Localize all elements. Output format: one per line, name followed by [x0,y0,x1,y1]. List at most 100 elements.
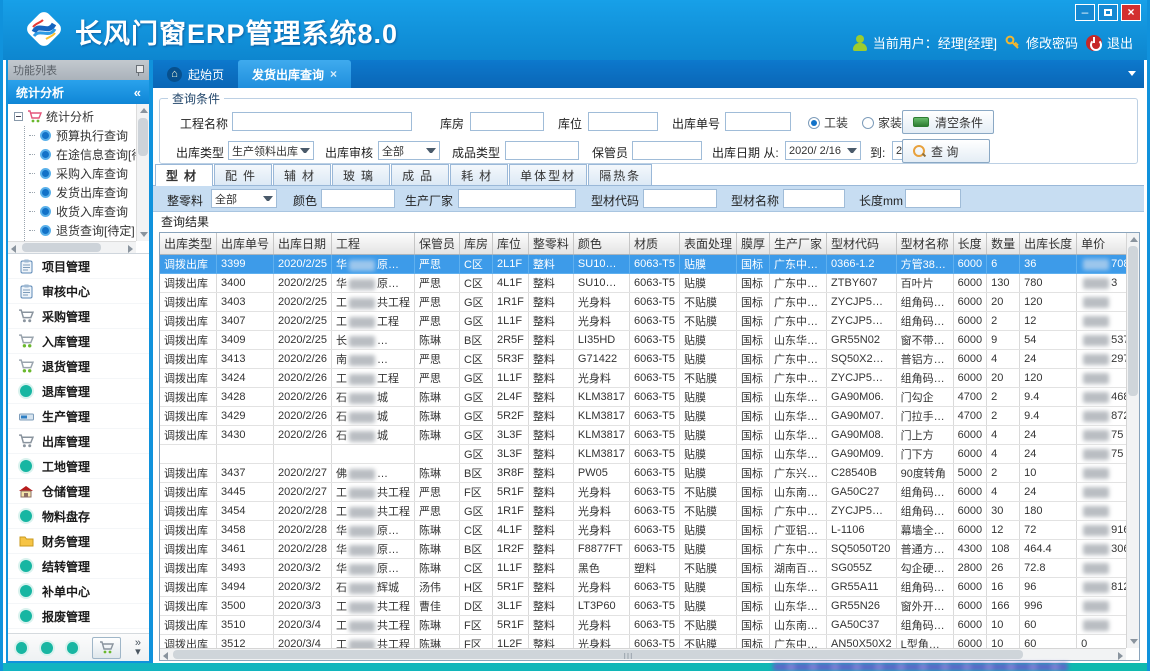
column-header[interactable]: 整零料 [528,233,573,255]
more-button[interactable]: »▾ [135,639,141,657]
table-row[interactable]: 调拨出库34092020/2/25长…陈琳B区2R5F整料LI35HD6063-… [160,331,1126,350]
sidebar-module[interactable]: 生产管理 [8,404,149,429]
table-row[interactable]: 调拨出库34582020/2/28华原…陈琳C区4L1F整料光身料6063-T5… [160,521,1126,540]
whole-part-select[interactable]: 全部 [211,189,277,208]
cart-toolbar-button[interactable] [92,637,121,659]
tree-item[interactable]: 发货出库查询 [25,183,149,202]
column-header[interactable]: 数量 [987,233,1020,255]
pin-icon[interactable] [134,64,144,76]
table-row[interactable]: 调拨出库34002020/2/25华原…严思C区4L1F整料SU10…6063-… [160,274,1126,293]
table-row[interactable]: 调拨出库35122020/3/4工共工程陈琳F区1L2F整料光身料6063-T5… [160,635,1126,649]
table-row[interactable]: 调拨出库34932020/3/2华原…陈琳C区1L1F整料黑色塑料不贴膜国标湖南… [160,559,1126,578]
sidebar-module[interactable]: 结转管理 [8,554,149,579]
radio-gongzhuang[interactable]: 工装 [808,114,848,131]
profile-name-input[interactable] [783,189,845,208]
table-row[interactable]: 调拨出库34282020/2/26石城陈琳G区2L4F整料KLM38176063… [160,388,1126,407]
color-input[interactable] [321,189,395,208]
column-header[interactable]: 长度 [953,233,986,255]
stats-section-header[interactable]: 统计分析 « [8,80,149,104]
date-from-select[interactable]: 2020/ 2/16 [785,141,861,160]
material-tab[interactable]: 辅材 [273,164,331,185]
material-tab[interactable]: 配件 [214,164,272,185]
column-header[interactable]: 材质 [630,233,680,255]
table-horizontal-scrollbar[interactable]: III [160,648,1126,660]
warehouse-input[interactable] [470,112,544,131]
search-button[interactable]: 查 询 [902,139,990,163]
column-header[interactable]: 出库日期 [274,233,332,255]
profile-code-input[interactable] [643,189,717,208]
tree-item[interactable]: 预算执行查询 [25,126,149,145]
sidebar-module[interactable]: 采购管理 [8,304,149,329]
column-header[interactable]: 颜色 [573,233,629,255]
material-tab[interactable]: 耗材 [450,164,508,185]
table-row[interactable]: 调拨出库35102020/3/4工共工程陈琳F区5R1F整料光身料6063-T5… [160,616,1126,635]
tree-item[interactable]: 在途信息查询[待 [25,145,149,164]
sidebar-module[interactable]: 审核中心 [8,279,149,304]
table-row[interactable]: 调拨出库34542020/2/28工共工程严思G区1R1F整料光身料6063-T… [160,502,1126,521]
out-type-select[interactable]: 生产领料出库 [228,141,314,160]
tab-shipment-outbound-query[interactable]: 发货出库查询 × [238,60,351,88]
minimize-button[interactable]: – [1075,4,1095,21]
column-header[interactable]: 出库类型 [160,233,217,255]
table-row[interactable]: G区3L3F整料KLM38176063-T5贴膜国标山东华…GA90M09.门下… [160,445,1126,464]
column-header[interactable]: 表面处理 [680,233,737,255]
column-header[interactable]: 型材名称 [896,233,953,255]
column-header[interactable]: 出库单号 [217,233,274,255]
clear-conditions-button[interactable]: 清空条件 [902,110,994,134]
table-vertical-scrollbar[interactable] [1126,233,1139,648]
keeper-input[interactable] [632,141,702,160]
sidebar-module[interactable]: 退货管理 [8,354,149,379]
sidebar-module[interactable]: 报废管理 [8,604,149,629]
table-row[interactable]: 调拨出库33992020/2/25华原…严思C区2L1F整料SU10…6063-… [160,255,1126,274]
table-row[interactable]: 调拨出库34132020/2/26南…严思C区5R3F整料G714226063-… [160,350,1126,369]
column-header[interactable]: 出库长度 [1020,233,1077,255]
order-no-input[interactable] [725,112,791,131]
sidebar-module[interactable]: 工地管理 [8,454,149,479]
material-tab[interactable]: 成品 [391,164,449,185]
maker-input[interactable] [458,189,576,208]
sidebar-module[interactable]: 项目管理 [8,254,149,279]
column-header[interactable]: 型材代码 [827,233,897,255]
tree-vertical-scrollbar[interactable] [136,104,149,241]
tab-list-dropdown-icon[interactable] [1128,71,1136,76]
change-password-button[interactable]: 修改密码 [1005,33,1078,52]
tree-item[interactable]: 收货入库查询 [25,202,149,221]
sidebar-module[interactable]: 出库管理 [8,429,149,454]
table-row[interactable]: 调拨出库34242020/2/26工工程严思G区1L1F整料光身料6063-T5… [160,369,1126,388]
green-dot-icon[interactable] [41,642,52,654]
material-tab[interactable]: 玻璃 [332,164,390,185]
table-row[interactable]: 调拨出库34372020/2/27佛…陈琳B区3R8F整料PW056063-T5… [160,464,1126,483]
sidebar-module[interactable]: 补单中心 [8,579,149,604]
tree-item[interactable]: 采购入库查询 [25,164,149,183]
table-row[interactable]: 调拨出库34302020/2/26石城陈琳G区3L3F整料KLM38176063… [160,426,1126,445]
column-header[interactable]: 库房 [459,233,492,255]
tab-close-icon[interactable]: × [330,67,337,81]
logout-button[interactable]: 退出 [1086,33,1133,52]
material-tab[interactable]: 单体型材 [509,164,587,185]
project-name-input[interactable] [232,112,412,131]
table-row[interactable]: 调拨出库34292020/2/26石城陈琳G区5R2F整料KLM38176063… [160,407,1126,426]
audit-select[interactable]: 全部 [378,141,440,160]
sidebar-module[interactable]: 入库管理 [8,329,149,354]
tree-expander-icon[interactable] [14,112,23,121]
column-header[interactable]: 生产厂家 [770,233,827,255]
green-dot-icon[interactable] [67,642,78,654]
table-row[interactable]: 调拨出库34072020/2/25工工程严思G区1L1F整料光身料6063-T5… [160,312,1126,331]
sidebar-module[interactable]: 仓储管理 [8,479,149,504]
collapse-icon[interactable]: « [134,85,141,100]
tree-root-stats[interactable]: 统计分析 [14,107,149,126]
sidebar-module[interactable]: 物料盘存 [8,504,149,529]
tree-item[interactable]: 退货查询[待定] [25,221,149,240]
material-tab[interactable]: 型材 [155,164,213,186]
green-dot-icon[interactable] [16,642,27,654]
column-header[interactable]: 保管员 [414,233,459,255]
table-row[interactable]: 调拨出库34612020/2/28华原…陈琳B区1R2F整料F8877FT606… [160,540,1126,559]
column-header[interactable]: 库位 [493,233,529,255]
column-header[interactable]: 膜厚 [737,233,770,255]
tab-home[interactable]: ⌂ 起始页 [153,60,238,88]
column-header[interactable]: 工程 [331,233,414,255]
radio-jiazhuang[interactable]: 家装 [862,114,902,131]
tree-horizontal-scrollbar[interactable] [8,241,136,253]
sidebar-module[interactable]: 退库管理 [8,379,149,404]
sidebar-module[interactable]: 财务管理 [8,529,149,554]
